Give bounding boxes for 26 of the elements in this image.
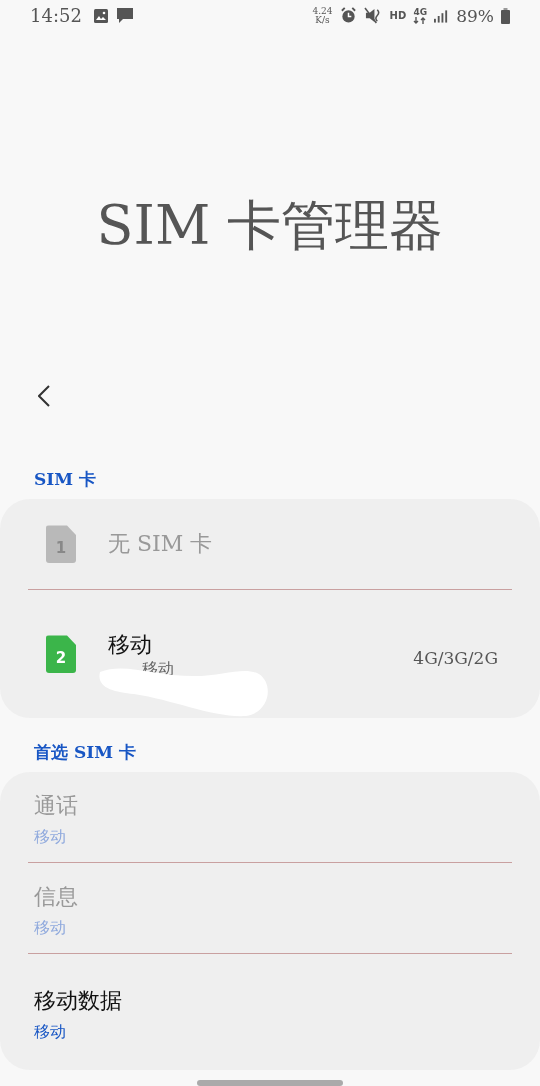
preference-row[interactable]: 移动数据 移动 [28, 954, 512, 1071]
section-header: 首选 SIM 卡 [34, 741, 137, 765]
sim-name: 无 SIM 卡 [108, 530, 214, 559]
clock-time: 14:52 [30, 5, 82, 27]
message-icon [115, 6, 134, 25]
preference-value: 移动 [34, 826, 67, 848]
preference-title: 信息 [34, 882, 79, 911]
image-icon [92, 7, 109, 24]
sim-name: 移动 [108, 631, 153, 660]
preference-value: 移动 [34, 1021, 67, 1043]
battery-icon [501, 7, 510, 24]
network-label: 4G [413, 7, 428, 17]
sim-card-icon: 2 [46, 635, 76, 674]
preference-value: 移动 [34, 917, 67, 939]
alarm-icon [339, 7, 357, 25]
section-header: SIM 卡 [34, 468, 97, 492]
network-mode: 4G/3G/2G [413, 647, 498, 669]
signal-icon [434, 8, 450, 23]
preference-title: 通话 [34, 791, 79, 820]
data-arrows-icon [413, 16, 428, 24]
page-title: SIM 卡管理器 [95, 193, 445, 260]
battery-percent: 89% [456, 5, 494, 26]
speed-unit: K/s [315, 15, 330, 25]
hd-label: HD [389, 10, 407, 22]
preference-title: 移动数据 [34, 986, 123, 1015]
speed-value: 4.24 [312, 6, 333, 16]
